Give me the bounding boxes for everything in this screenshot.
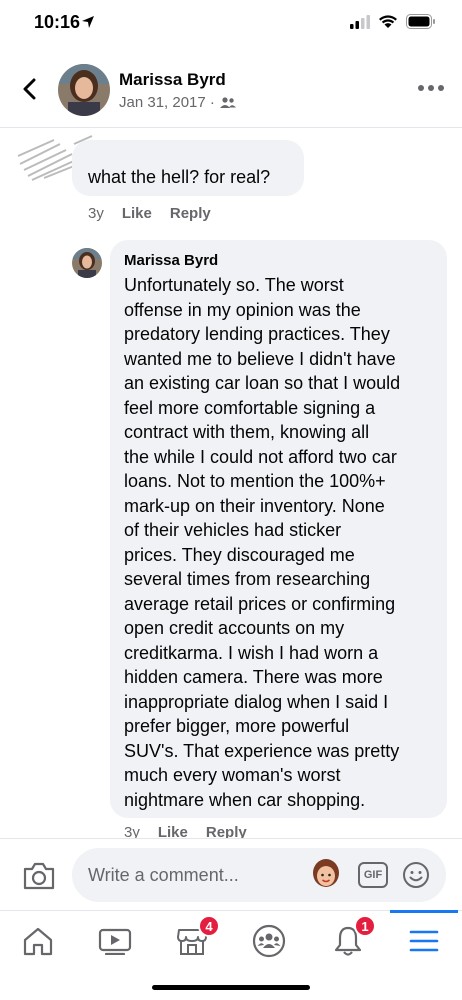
chevron-left-icon [23,78,36,100]
comment-actions: 3y Like Reply [88,205,211,222]
menu-icon [409,930,439,952]
comment-age: 3y [88,205,104,222]
nav-marketplace[interactable]: 4 [174,915,220,959]
dot-icon [418,85,424,91]
avatar-image [72,248,102,278]
battery-icon [406,14,435,29]
notifications-badge: 1 [354,915,376,937]
comment-input-placeholder: Write a comment... [88,865,239,885]
reply-link[interactable]: Reply [206,824,247,838]
groups-icon [252,924,286,958]
nav-video[interactable] [97,923,133,959]
status-time: 10:16 [34,12,81,32]
comment-bubble[interactable]: what the hell? for real? [72,140,304,196]
camera-icon[interactable] [22,861,56,891]
status-bar: 10:16 [0,0,462,48]
home-indicator [152,985,310,990]
dot-icon [428,85,434,91]
video-icon [98,928,132,955]
author-name[interactable]: Marissa Byrd [119,70,226,90]
like-link[interactable]: Like [122,205,152,222]
avatar-image [58,64,110,116]
reply-link[interactable]: Reply [170,205,211,222]
author-avatar[interactable] [58,64,110,116]
reply-bubble[interactable]: Marissa Byrd Unfortunately so. The worst… [110,240,447,818]
reply-author-name[interactable]: Marissa Byrd [124,252,433,269]
comment-input[interactable]: Write a comment... GIF [72,848,446,902]
status-icons [350,14,436,29]
avatar-sticker-icon[interactable] [308,857,344,893]
emoji-icon[interactable] [402,861,430,889]
comment-composer: Write a comment... GIF [0,838,462,910]
bottom-nav: 4 1 [0,910,462,1000]
more-options-button[interactable] [418,78,444,98]
active-tab-indicator [390,910,458,913]
nav-groups[interactable] [251,923,287,959]
nav-menu[interactable] [406,923,442,959]
marketplace-badge: 4 [198,915,220,937]
home-icon [23,927,53,956]
dot-icon [438,85,444,91]
comment-text: what the hell? for real? [88,167,271,187]
reply-actions: 3y Like Reply [124,824,247,838]
back-button[interactable] [14,74,44,104]
friends-icon [219,96,236,108]
like-link[interactable]: Like [158,824,188,838]
gif-button[interactable]: GIF [358,862,388,888]
post-date[interactable]: Jan 31, 2017 · [119,94,215,111]
reply-author-avatar[interactable] [72,248,102,278]
wifi-icon [379,15,397,28]
location-arrow-icon [82,16,94,28]
reply-text: Unfortunately so. The worst offense in m… [124,275,401,810]
reply-age: 3y [124,824,140,838]
post-header: Marissa Byrd Jan 31, 2017 · [0,56,462,128]
nav-notifications[interactable]: 1 [330,915,376,959]
nav-home[interactable] [20,923,56,959]
post-meta: Jan 31, 2017 · [119,94,236,111]
signal-icon [350,14,370,29]
